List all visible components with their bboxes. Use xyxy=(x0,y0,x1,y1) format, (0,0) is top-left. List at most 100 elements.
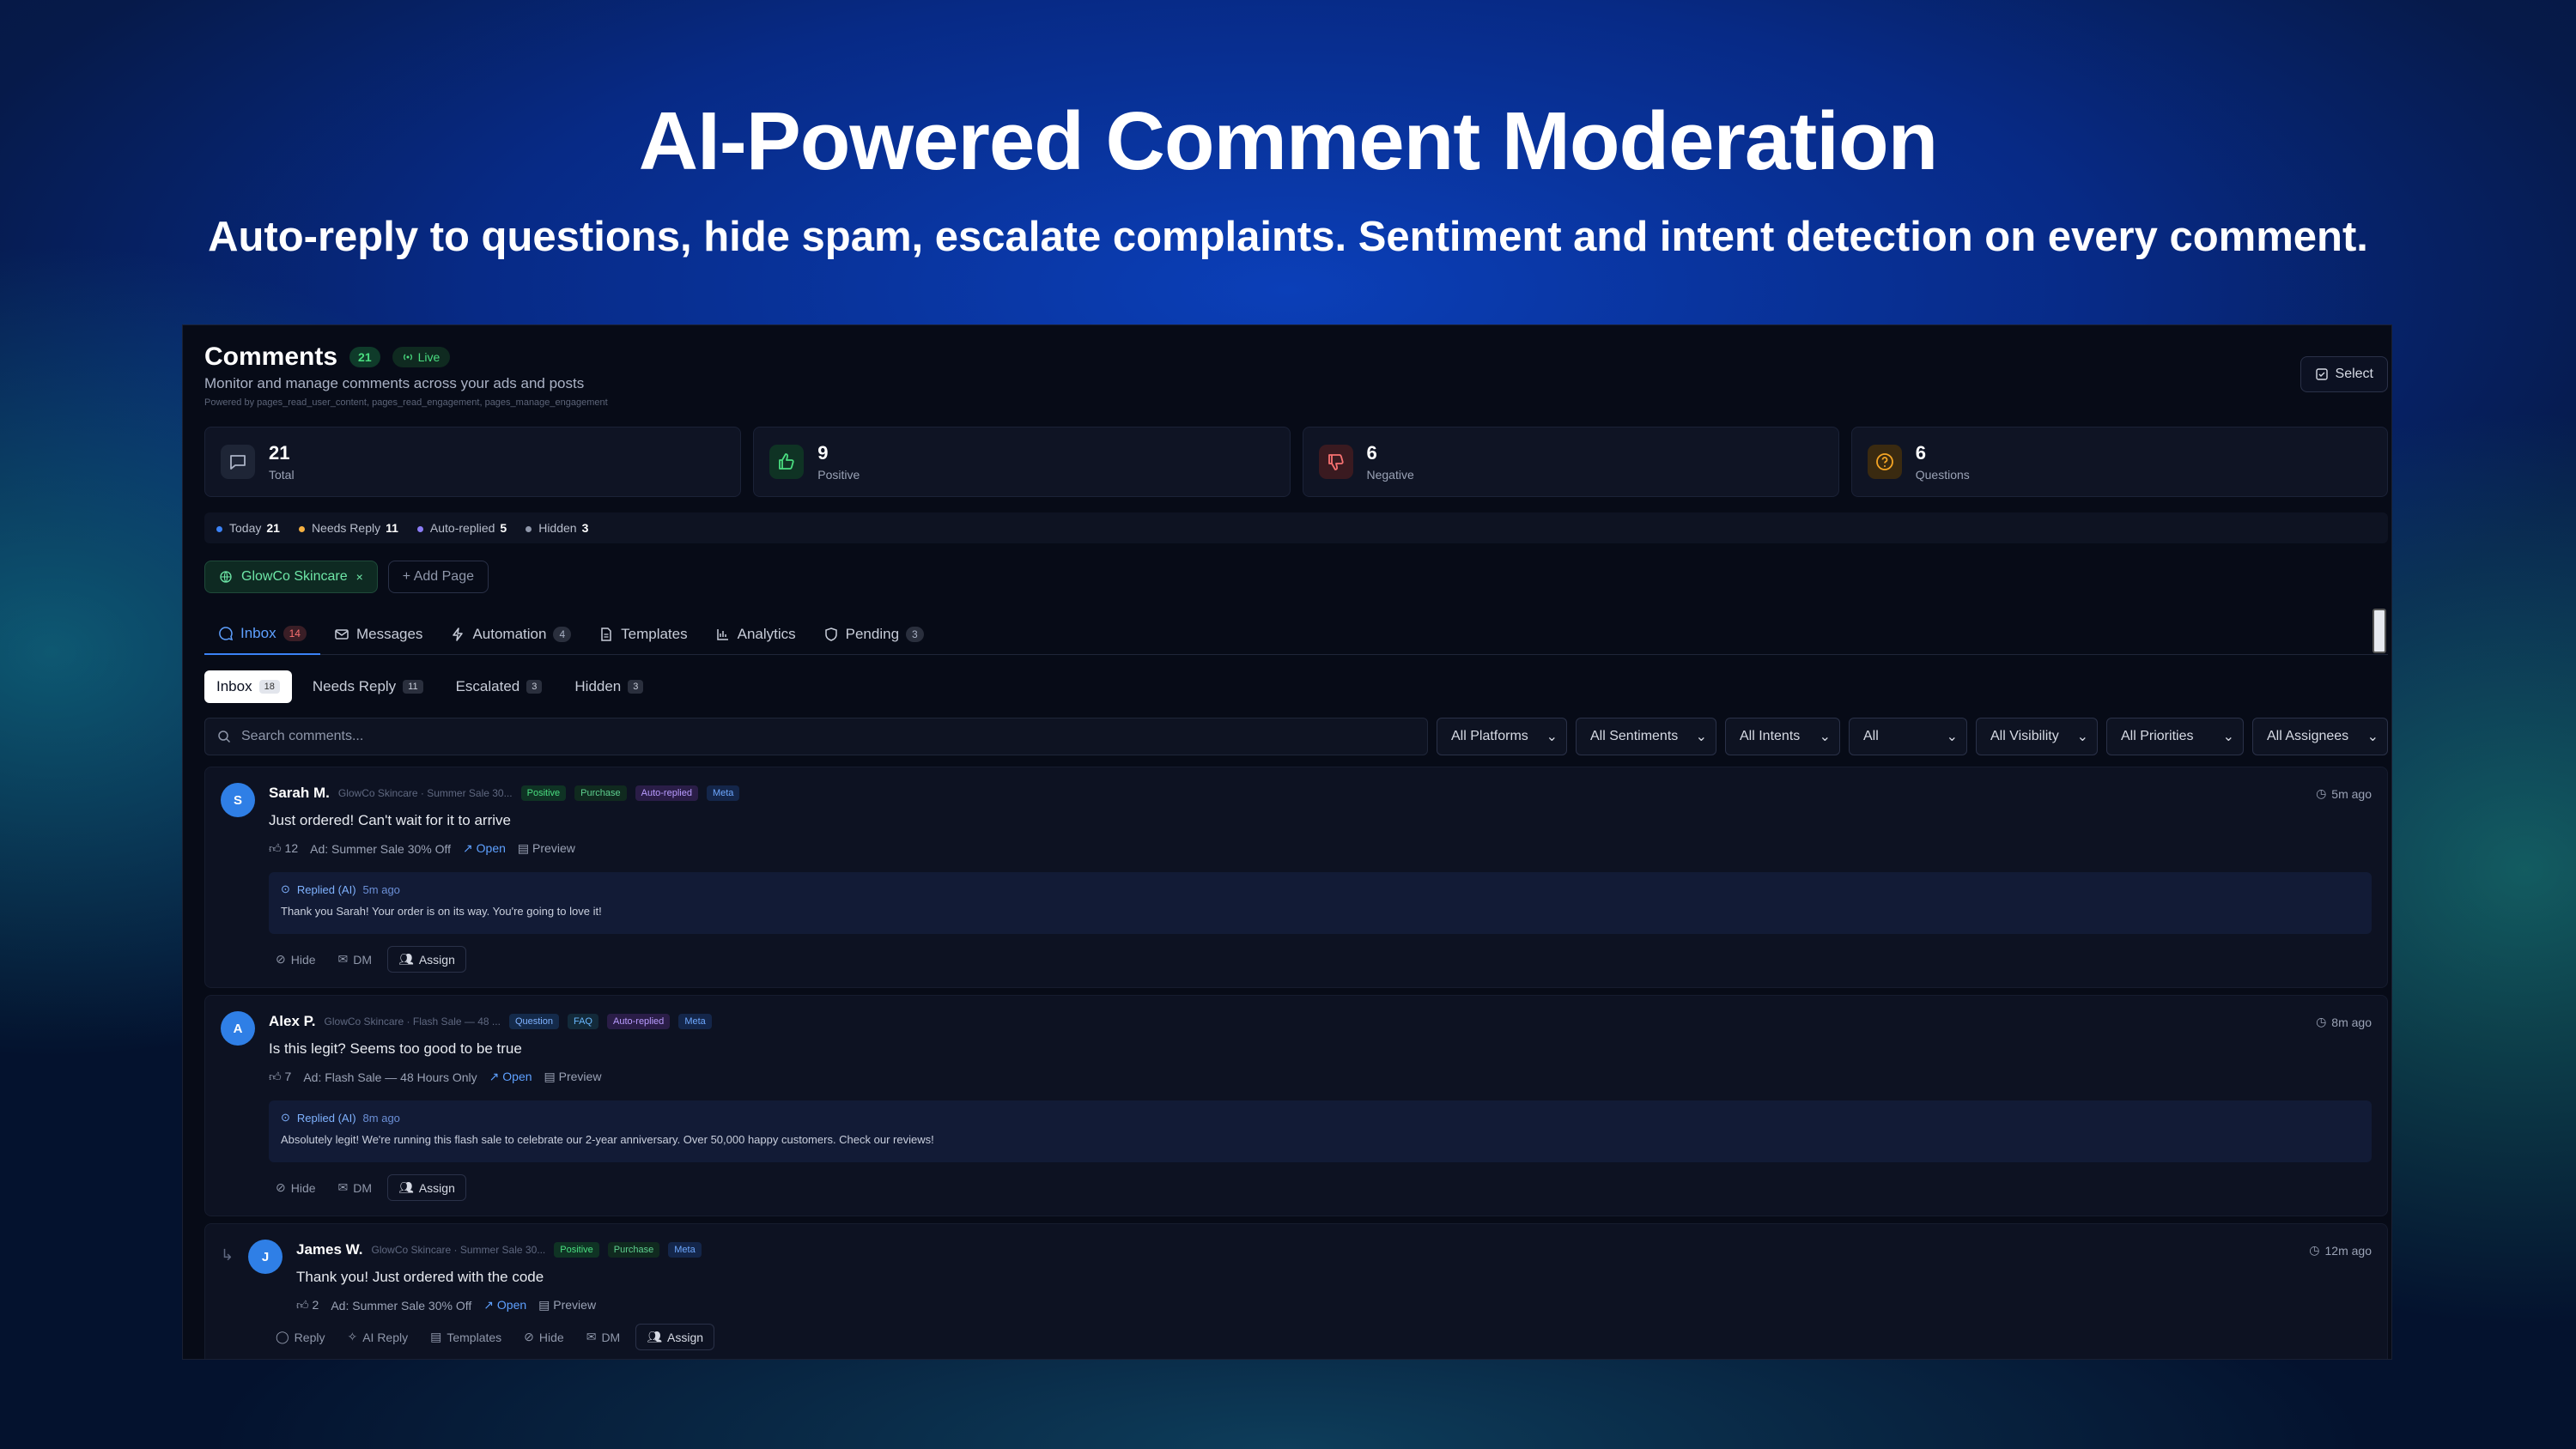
summary-today: Today 21 xyxy=(216,521,280,535)
author-name: Sarah M. xyxy=(269,785,330,801)
page-subtitle: Monitor and manage comments across your … xyxy=(204,375,585,391)
preview-link[interactable]: ▤ Preview xyxy=(518,841,575,856)
comment-card: S Sarah M. GlowCo Skincare · Summer Sale… xyxy=(204,767,2388,988)
scrollbar-thumb[interactable] xyxy=(2372,609,2386,653)
page-chip-glowco[interactable]: GlowCo Skincare × xyxy=(204,561,378,593)
tab-count: 4 xyxy=(553,627,572,642)
dm-button[interactable]: ✉ DM xyxy=(331,1175,380,1200)
comment-actions: ⊘ Hide ✉ DM 👥︎ Assign xyxy=(269,946,466,973)
preview-link[interactable]: ▤ Preview xyxy=(544,1070,602,1084)
comment-time: ◷ 12m ago xyxy=(2309,1243,2372,1258)
ai-reply: ⊙ Replied (AI) 8m ago Absolutely legit! We… xyxy=(269,1100,2372,1162)
open-link[interactable]: ↗ Open xyxy=(483,1298,526,1313)
page-chip-label: GlowCo Skincare xyxy=(241,569,348,584)
tab-templates[interactable]: Templates xyxy=(585,614,701,655)
external-link-icon: ↗ xyxy=(463,841,473,855)
thumbs-up-icon: 👍︎ xyxy=(269,841,282,855)
subtab-inbox[interactable]: Inbox 18 xyxy=(204,670,292,703)
intent-filter[interactable]: All Intents ⌄ xyxy=(1725,718,1840,755)
subtab-needs-reply[interactable]: Needs Reply 11 xyxy=(301,670,435,703)
hero-subtitle: Auto-reply to questions, hide spam, esca… xyxy=(208,214,2368,260)
visibility-filter[interactable]: All Visibility ⌄ xyxy=(1976,718,2098,755)
tab-label: Inbox xyxy=(240,625,276,641)
search-icon xyxy=(218,731,231,743)
comment-meta: 👍︎ 12 Ad: Summer Sale 30% Off ↗ Open ▤ P… xyxy=(269,841,575,856)
tab-inbox[interactable]: Inbox 14 xyxy=(204,614,320,655)
comment-actions: ⊘ Hide ✉ DM 👥︎ Assign xyxy=(269,1174,466,1201)
document-icon: ▤ xyxy=(517,841,530,855)
add-page-button[interactable]: + Add Page xyxy=(387,561,489,593)
open-link[interactable]: ↗ Open xyxy=(489,1070,532,1084)
stat-value: 9 xyxy=(817,442,829,464)
sparkle-icon: ✧ xyxy=(347,1330,358,1343)
tab-label: Analytics xyxy=(737,626,796,642)
check-circle-icon: ⊙ xyxy=(281,882,290,895)
platform-filter[interactable]: All Platforms ⌄ xyxy=(1437,718,1567,755)
tab-analytics[interactable]: Analytics xyxy=(702,614,810,655)
tab-automation[interactable]: Automation 4 xyxy=(436,614,585,655)
clock-icon: ◷ xyxy=(2309,1243,2320,1257)
stat-value: 6 xyxy=(1366,442,1377,464)
live-label: Live xyxy=(417,350,440,364)
shield-icon xyxy=(824,627,837,641)
eye-off-icon: ⊘ xyxy=(276,1180,286,1194)
tag-auto-replied: Auto-replied xyxy=(635,785,698,801)
assign-button[interactable]: 👥︎ Assign xyxy=(387,946,466,973)
hide-button[interactable]: ⊘ Hide xyxy=(269,1175,323,1200)
comment-author: James W. GlowCo Skincare · Summer Sale 3… xyxy=(296,1241,702,1258)
stat-card-negative: 6 Negative xyxy=(1302,427,1839,497)
globe-icon xyxy=(220,571,232,583)
likes: 👍︎ 7 xyxy=(269,1070,292,1083)
ad-name: Ad: Summer Sale 30% Off xyxy=(331,1298,472,1313)
tab-pending[interactable]: Pending 3 xyxy=(810,614,938,655)
assignee-filter[interactable]: All Assignees ⌄ xyxy=(2252,718,2388,755)
mail-icon: ✉ xyxy=(337,952,349,966)
external-link-icon: ↗ xyxy=(483,1298,494,1312)
stat-label: Negative xyxy=(1366,468,1414,482)
close-icon[interactable]: × xyxy=(356,570,363,584)
hide-button[interactable]: ⊘ Hide xyxy=(269,947,323,972)
hide-button[interactable]: ⊘ Hide xyxy=(517,1325,571,1349)
comment-count-badge: 21 xyxy=(349,347,380,367)
summary-hidden: Hidden 3 xyxy=(526,521,588,535)
select-label: Select xyxy=(2335,367,2373,381)
status-filter[interactable]: All ⌄ xyxy=(1849,718,1967,755)
templates-button[interactable]: ▤ Templates xyxy=(423,1325,508,1349)
avatar: S xyxy=(221,783,255,817)
question-circle-icon xyxy=(1867,445,1902,479)
bar-chart-icon xyxy=(716,629,728,640)
reply-button[interactable]: ◯ Reply xyxy=(269,1325,331,1349)
tab-label: Templates xyxy=(621,626,688,642)
comment-card: A Alex P. GlowCo Skincare · Flash Sale —… xyxy=(204,995,2388,1216)
comment-meta: 👍︎ 7 Ad: Flash Sale — 48 Hours Only ↗ Op… xyxy=(269,1070,601,1084)
hero-title: AI-Powered Comment Moderation xyxy=(638,95,1938,187)
avatar: J xyxy=(248,1240,283,1274)
clock-icon: ◷ xyxy=(2316,1015,2327,1028)
priority-filter[interactable]: All Priorities ⌄ xyxy=(2106,718,2244,755)
subtab-hidden[interactable]: Hidden 3 xyxy=(562,670,655,703)
comment-meta: 👍︎ 2 Ad: Summer Sale 30% Off ↗ Open ▤ Pr… xyxy=(296,1298,596,1313)
sentiment-filter[interactable]: All Sentiments ⌄ xyxy=(1576,718,1716,755)
main-tabs: Inbox 14 Messages Automation 4 Templates… xyxy=(204,614,2388,655)
search-input[interactable]: Search comments... xyxy=(204,718,1428,755)
thumbs-up-icon xyxy=(769,445,805,479)
dm-button[interactable]: ✉ DM xyxy=(331,947,380,972)
assign-button[interactable]: 👥︎ Assign xyxy=(387,1174,466,1201)
subtab-escalated[interactable]: Escalated 3 xyxy=(444,670,555,703)
ai-reply: ⊙ Replied (AI) 5m ago Thank you Sarah! You… xyxy=(269,872,2372,934)
reply-header: ⊙ Replied (AI) 5m ago xyxy=(281,882,400,896)
dm-button[interactable]: ✉ DM xyxy=(580,1325,628,1349)
tab-count: 3 xyxy=(906,627,924,642)
summary-auto-replied: Auto-replied 5 xyxy=(416,521,507,535)
select-button[interactable]: Select xyxy=(2300,356,2388,392)
app-window: Comments 21 Live Monitor and manage comm… xyxy=(182,324,2392,1360)
stat-card-questions: 6 Questions xyxy=(1850,427,2388,497)
preview-link[interactable]: ▤ Preview xyxy=(538,1298,596,1313)
permissions-note: Powered by pages_read_user_content, page… xyxy=(204,397,608,408)
open-link[interactable]: ↗ Open xyxy=(463,841,506,856)
ai-reply-button[interactable]: ✧ AI Reply xyxy=(340,1325,415,1349)
tab-messages[interactable]: Messages xyxy=(320,614,436,655)
comment-text: Thank you! Just ordered with the code xyxy=(296,1269,544,1285)
users-icon: 👥︎ xyxy=(398,952,414,966)
assign-button[interactable]: 👥︎ Assign xyxy=(635,1324,715,1350)
